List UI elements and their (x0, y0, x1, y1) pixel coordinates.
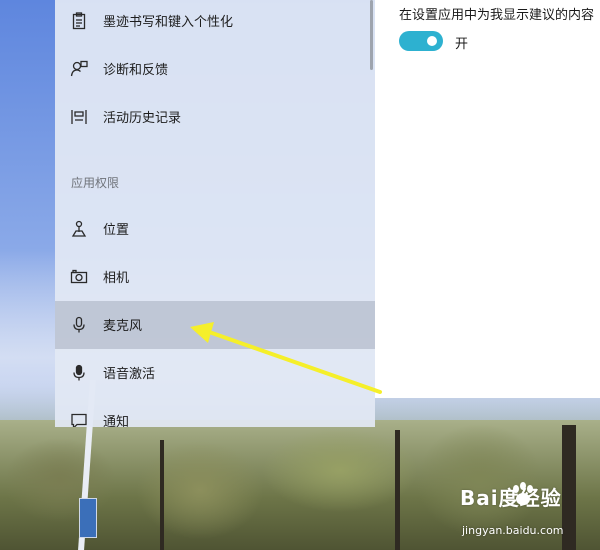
sidebar-item-label: 通知 (103, 415, 130, 427)
sidebar-item-camera[interactable]: 相机 (55, 253, 375, 301)
sidebar-item-label: 活动历史记录 (103, 111, 182, 126)
sidebar-item-voice-activation[interactable]: 语音激活 (55, 349, 375, 397)
suggestion-toggle[interactable] (399, 31, 443, 51)
tree-trunk (160, 440, 164, 550)
sidebar-item-notifications[interactable]: 通知 (55, 397, 375, 427)
watermark-url: jingyan.baidu.com (462, 524, 564, 537)
microphone-icon (70, 316, 88, 334)
clipboard-icon (70, 12, 88, 30)
voice-activation-icon (70, 364, 88, 382)
sidebar-item-diagnostics[interactable]: 诊断和反馈 (55, 45, 375, 93)
tree-trunk (395, 430, 400, 550)
settings-main-panel: 在设置应用中为我显示建议的内容 开 (375, 0, 600, 398)
sidebar-item-label: 语音激活 (103, 367, 156, 382)
section-header-app-permissions: 应用权限 (71, 176, 120, 190)
sidebar-item-label: 相机 (103, 271, 130, 286)
paw-logo-icon (513, 482, 533, 505)
toggle-knob (427, 36, 437, 46)
sidebar-item-label: 诊断和反馈 (103, 63, 169, 78)
sidebar-item-inking-typing[interactable]: 墨迹书写和键入个性化 (55, 0, 375, 45)
sidebar-item-microphone[interactable]: 麦克风 (55, 301, 375, 349)
sidebar-item-activity-history[interactable]: 活动历史记录 (55, 93, 375, 141)
baidu-jingyan-watermark: Bai度经验 jingyan.baidu.com (458, 480, 598, 540)
sidebar-item-location[interactable]: 位置 (55, 205, 375, 253)
sidebar-item-label: 位置 (103, 223, 130, 238)
location-icon (70, 220, 88, 238)
settings-window: 在设置应用中为我显示建议的内容 开 墨迹书写和键入个性化 诊断和反馈 活动历史记… (0, 0, 600, 427)
toggle-state-label: 开 (455, 37, 469, 52)
timeline-icon (70, 108, 88, 126)
sidebar-item-label: 麦克风 (103, 319, 143, 334)
street-sign (79, 498, 97, 538)
notification-icon (70, 412, 88, 427)
suggestion-setting-label: 在设置应用中为我显示建议的内容 (399, 8, 595, 23)
camera-icon (70, 268, 88, 286)
person-feedback-icon (70, 60, 88, 78)
sidebar-item-label: 墨迹书写和键入个性化 (103, 15, 234, 30)
